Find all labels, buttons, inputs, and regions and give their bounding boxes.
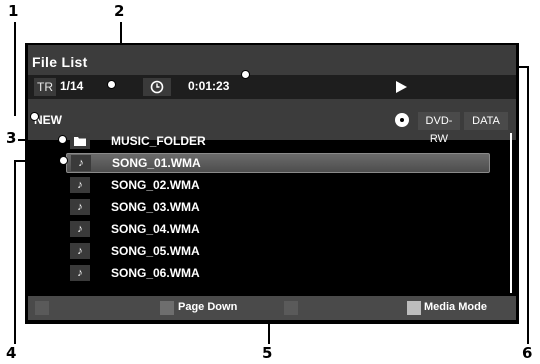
callout-3: 3	[6, 129, 17, 147]
file-list-screen: File List TR 1/14 0:01:23 NEW DVD-RW DAT…	[25, 43, 519, 324]
key-4-button[interactable]	[407, 301, 421, 315]
file-list: MUSIC_FOLDER ♪ SONG_01.WMA ♪ SONG_02.WMA…	[28, 131, 516, 291]
list-item-song-05[interactable]: ♪ SONG_05.WMA	[66, 241, 490, 261]
music-note-icon: ♪	[70, 243, 90, 259]
list-item-label: SONG_04.WMA	[111, 222, 200, 236]
play-icon	[396, 81, 407, 93]
key-3-button[interactable]	[284, 301, 298, 315]
callout-4: 4	[6, 344, 17, 362]
list-item-label: SONG_03.WMA	[111, 200, 200, 214]
leader-line-1	[14, 22, 16, 116]
list-item-song-01[interactable]: ♪ SONG_01.WMA	[66, 153, 490, 173]
data-mode-badge: DATA	[464, 112, 508, 130]
list-item-song-03[interactable]: ♪ SONG_03.WMA	[66, 197, 490, 217]
callout-dot-1	[30, 112, 39, 121]
elapsed-time: 0:01:23	[188, 79, 230, 93]
clock-icon	[143, 78, 171, 96]
callout-2: 2	[114, 2, 125, 20]
list-item-label: MUSIC_FOLDER	[111, 134, 206, 148]
list-item-music-folder[interactable]: MUSIC_FOLDER	[66, 131, 490, 151]
leader-line-4	[14, 160, 16, 344]
music-note-icon: ♪	[70, 177, 90, 193]
page-title: File List	[32, 54, 88, 70]
music-note-icon: ♪	[71, 155, 91, 171]
callout-1: 1	[8, 2, 19, 20]
key-2-button[interactable]	[160, 301, 174, 315]
scrollbar[interactable]	[510, 133, 512, 293]
callout-dot-3	[58, 135, 67, 144]
footer-key-guide: Page Down Media Mode	[28, 296, 516, 320]
track-number: 1/14	[60, 79, 84, 93]
header-panel: File List TR 1/14 0:01:23 NEW DVD-RW DAT…	[28, 45, 516, 145]
list-item-song-06[interactable]: ♪ SONG_06.WMA	[66, 263, 490, 283]
callout-dot-6	[241, 70, 250, 79]
list-item-song-04[interactable]: ♪ SONG_04.WMA	[66, 219, 490, 239]
list-item-song-02[interactable]: ♪ SONG_02.WMA	[66, 175, 490, 195]
leader-line-6	[527, 67, 529, 344]
callout-dot-2	[107, 80, 116, 89]
music-note-icon: ♪	[70, 199, 90, 215]
callout-6: 6	[522, 344, 533, 362]
disc-icon	[395, 113, 409, 127]
media-mode-label: Media Mode	[424, 301, 487, 313]
playback-info-bar: TR 1/14 0:01:23	[28, 75, 516, 99]
list-item-label: SONG_01.WMA	[112, 156, 201, 170]
track-label: TR	[34, 78, 56, 96]
list-item-label: SONG_06.WMA	[111, 266, 200, 280]
callout-dot-4	[59, 156, 68, 165]
music-note-icon: ♪	[70, 221, 90, 237]
music-note-icon: ♪	[70, 265, 90, 281]
folder-bar: NEW DVD-RW DATA	[28, 110, 516, 145]
list-item-label: SONG_02.WMA	[111, 178, 200, 192]
leader-line-5	[268, 324, 270, 344]
folder-icon	[70, 133, 90, 149]
key-1-button[interactable]	[35, 301, 49, 315]
callout-5: 5	[262, 344, 273, 362]
disc-type-badge: DVD-RW	[418, 112, 460, 145]
page-down-label: Page Down	[178, 301, 238, 313]
list-item-label: SONG_05.WMA	[111, 244, 200, 258]
